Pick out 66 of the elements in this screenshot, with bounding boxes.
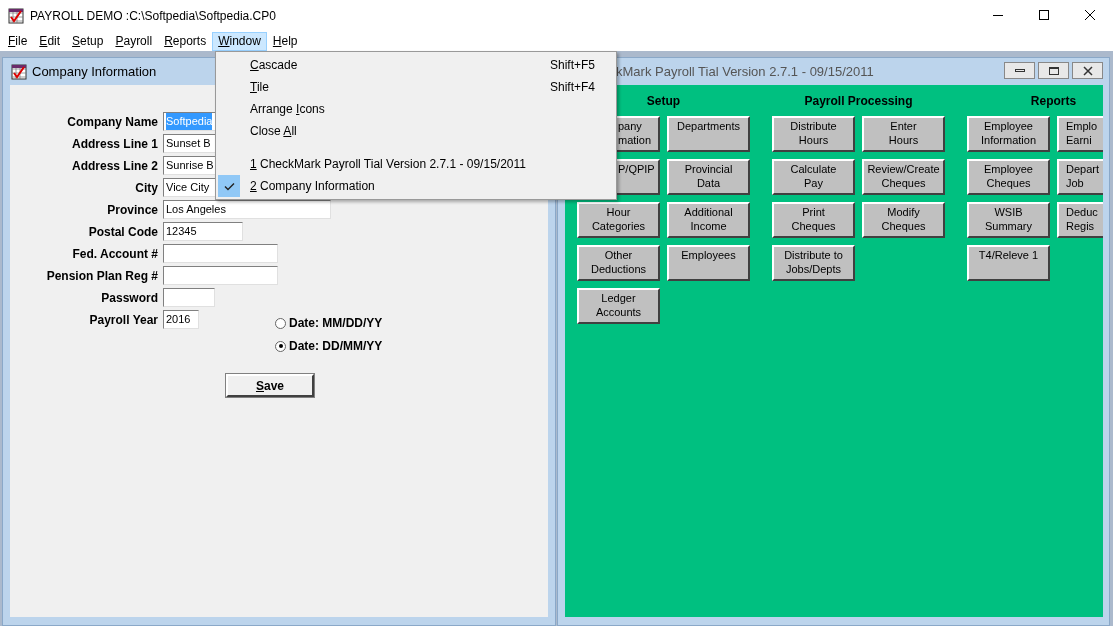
panel-button[interactable]: Print Cheques (772, 202, 855, 238)
section-heading: Setup (645, 94, 682, 110)
field-label: Province (106, 201, 159, 219)
app-icon (8, 7, 24, 24)
field-label: Company Name (66, 113, 159, 131)
panel-button[interactable]: Ledger Accounts (577, 288, 660, 324)
panel-button[interactable]: Departments (667, 116, 750, 152)
panel-button[interactable]: Depart Job (1057, 159, 1103, 195)
save-button[interactable]: Save (226, 374, 314, 397)
panel-button[interactable]: Distribute to Jobs/Depts (772, 245, 855, 281)
menu-item[interactable]: Setup (66, 31, 110, 51)
close-button[interactable] (1072, 62, 1103, 79)
text-field[interactable]: 12345 (163, 222, 243, 241)
field-label: Address Line 2 (70, 157, 159, 175)
shortcut-label: Shift+F5 (549, 57, 595, 74)
panel-button[interactable]: Hour Categories (577, 202, 660, 238)
section-heading: Payroll Processing (803, 94, 914, 110)
window-title: Company Information (32, 62, 157, 81)
window-title: kMark Payroll Tial Version 2.7.1 - 09/15/2011 (616, 62, 874, 81)
panel-button[interactable]: Employees (667, 245, 750, 281)
panel-button[interactable]: Additional Income (667, 202, 750, 238)
text-field[interactable] (163, 244, 278, 263)
field-label: City (134, 179, 159, 197)
radio-label: Date: DD/MM/YY (289, 338, 383, 355)
close-icon (1085, 10, 1095, 20)
window-title: PAYROLL DEMO :C:\Softpedia\Softpedia.CP0 (30, 7, 276, 25)
radio-button[interactable] (275, 340, 286, 352)
panel-button[interactable]: Deduc Regis (1057, 202, 1103, 238)
panel-button[interactable]: Review/Create Cheques (862, 159, 945, 195)
field-label: Password (100, 289, 159, 307)
app-icon (11, 63, 27, 80)
menu-item[interactable]: Edit (33, 31, 67, 51)
menu-item[interactable]: Payroll (109, 31, 159, 51)
radio-label: Date: MM/DD/YY (289, 315, 383, 332)
field-label: Address Line 1 (70, 135, 159, 153)
radio-button[interactable] (275, 317, 286, 329)
text-field[interactable]: Los Angeles (163, 200, 331, 219)
restore-button[interactable] (1038, 62, 1069, 79)
panel-button[interactable]: WSIB Summary (967, 202, 1050, 238)
panel-button[interactable]: Distribute Hours (772, 116, 855, 152)
section-heading: Reports (1029, 94, 1078, 110)
text-field[interactable] (163, 266, 278, 285)
menu-item[interactable]: Window (212, 31, 267, 51)
close-icon (1082, 65, 1093, 76)
panel-button[interactable]: Calculate Pay (772, 159, 855, 195)
panel-button[interactable]: Employee Information (967, 116, 1050, 152)
field-label: Pension Plan Reg # (45, 267, 159, 285)
shortcut-label: Shift+F4 (549, 79, 595, 96)
text-field[interactable] (163, 288, 215, 307)
menu-item[interactable]: Tile Shift+F4 (216, 76, 616, 98)
panel-button[interactable]: Modify Cheques (862, 202, 945, 238)
menu-item[interactable]: File (2, 31, 34, 51)
field-label: Payroll Year (88, 311, 159, 329)
menu-item[interactable]: Cascade Shift+F5 (216, 54, 616, 76)
field-label: Fed. Account # (71, 245, 159, 263)
panel-button[interactable]: Other Deductions (577, 245, 660, 281)
panel-button[interactable]: T4/Releve 1 (967, 245, 1050, 281)
text-field[interactable]: 2016 (163, 310, 199, 329)
field-label: Postal Code (87, 223, 159, 241)
panel-button[interactable]: Emplo Earni (1057, 116, 1103, 152)
menu-item[interactable]: Reports (158, 31, 213, 51)
minimize-button[interactable] (1004, 62, 1035, 79)
menu-item[interactable]: Help (266, 31, 304, 51)
panel-button[interactable]: Enter Hours (862, 116, 945, 152)
panel-button[interactable]: Employee Cheques (967, 159, 1050, 195)
panel-button[interactable]: Provincial Data (667, 159, 750, 195)
